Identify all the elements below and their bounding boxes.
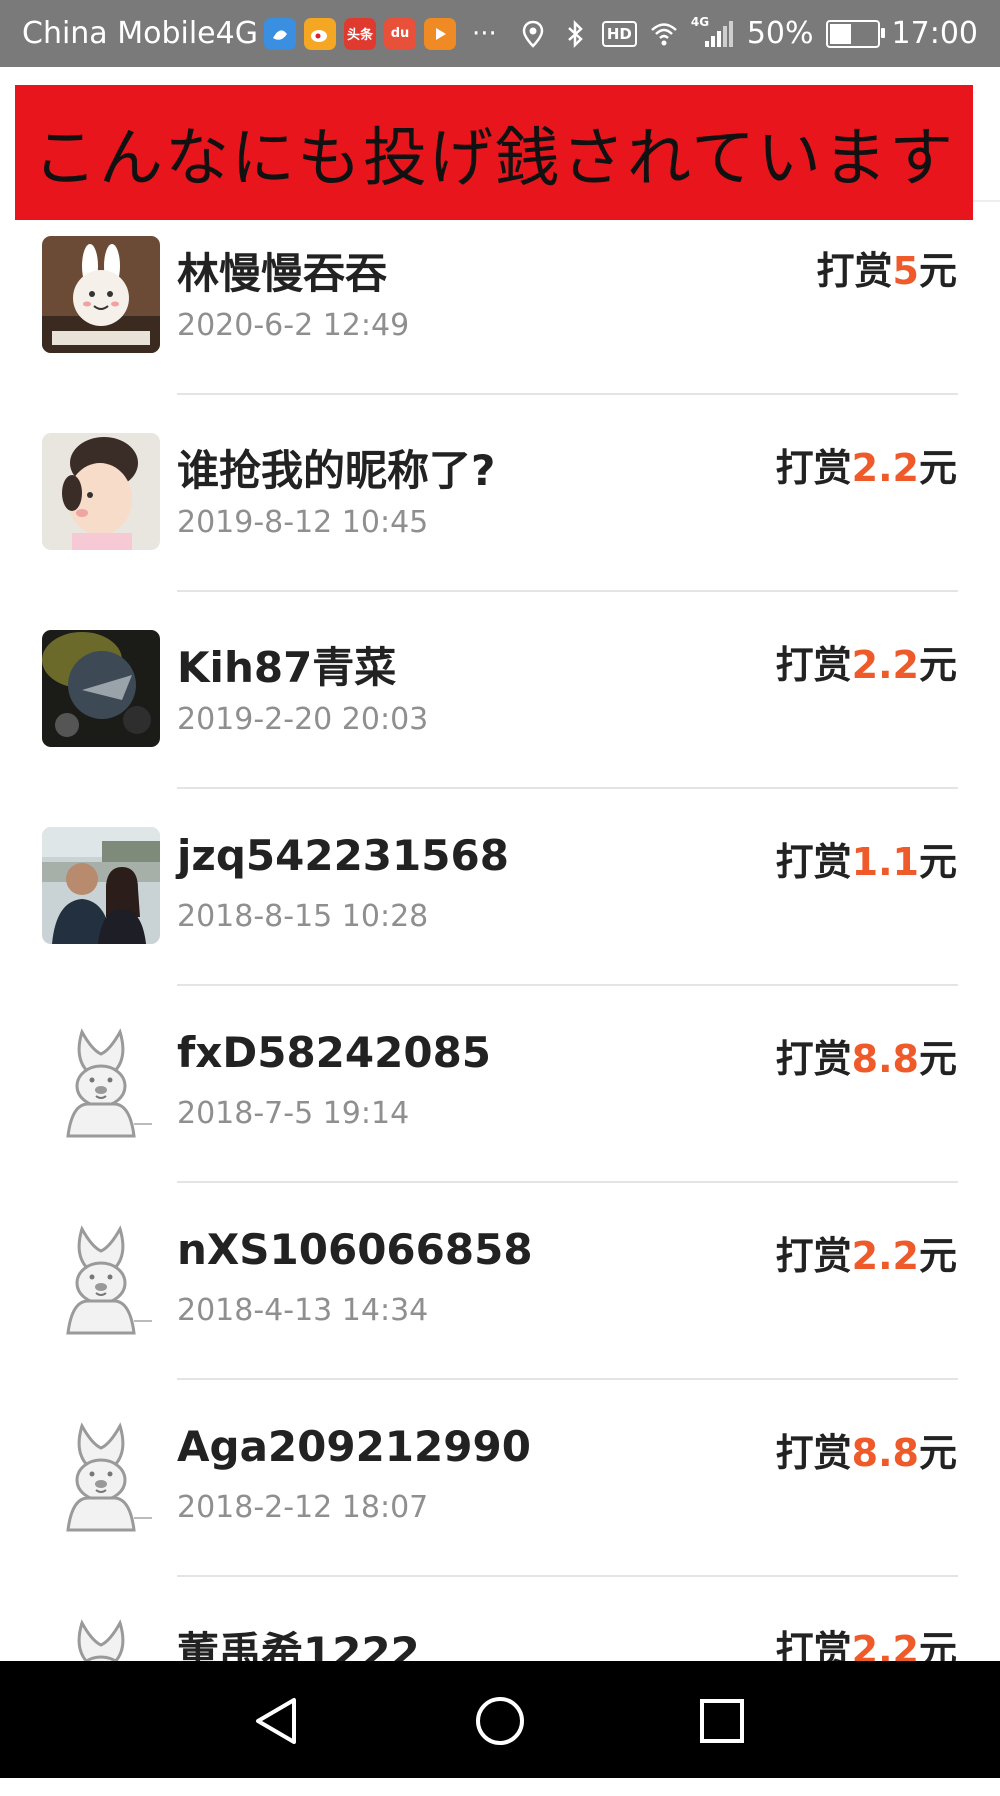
row-divider — [177, 984, 958, 986]
row-divider — [177, 590, 958, 592]
signal-bars-icon — [704, 20, 733, 47]
promo-banner: こんなにも投げ銭されています — [15, 85, 973, 220]
row-divider — [177, 1378, 958, 1380]
reward-amount: 打赏5元 — [817, 240, 957, 295]
status-bar: China Mobile4G 头条 du ··· HD 4G 50% 17:00 — [0, 0, 1000, 67]
list-item[interactable]: 谁抢我的昵称了? 2019-8-12 10:45 打赏2.2元 — [0, 417, 1000, 614]
reward-unit: 元 — [918, 1037, 957, 1081]
hd-badge: HD — [601, 20, 637, 47]
recents-square-icon[interactable] — [695, 1694, 749, 1748]
du-app-label: du — [390, 26, 410, 41]
reward-value: 2.2 — [851, 1234, 919, 1278]
toutiao-app-label: 头条 — [346, 28, 373, 43]
carrier-label: China Mobile4G — [22, 16, 258, 51]
reward-prefix: 打赏 — [775, 643, 852, 687]
reward-unit: 元 — [918, 1431, 957, 1475]
avatar[interactable] — [42, 236, 160, 353]
reward-prefix: 打赏 — [775, 840, 852, 884]
avatar[interactable] — [42, 630, 160, 747]
avatar[interactable] — [42, 1024, 160, 1141]
list-item[interactable]: jzq542231568 2018-8-15 10:28 打赏1.1元 — [0, 811, 1000, 1008]
signal-indicator: 4G — [691, 15, 735, 49]
avatar[interactable] — [42, 1418, 160, 1535]
list-item[interactable]: Aga209212990 2018-2-12 18:07 打赏8.8元 — [0, 1402, 1000, 1599]
donor-name: fxD58242085 — [177, 1028, 492, 1077]
reward-amount: 打赏2.2元 — [776, 1225, 957, 1280]
reward-value: 8.8 — [851, 1037, 919, 1081]
reward-time: 2018-2-12 18:07 — [177, 1490, 429, 1525]
reward-time: 2018-8-15 10:28 — [177, 899, 429, 934]
list-item[interactable]: 林慢慢吞吞 2020-6-2 12:49 打赏5元 — [0, 220, 1000, 417]
browser-app-icon — [263, 17, 296, 50]
row-divider — [177, 1575, 958, 1577]
toutiao-app-icon: 头条 — [343, 17, 376, 50]
list-item[interactable]: fxD58242085 2018-7-5 19:14 打赏8.8元 — [0, 1008, 1000, 1205]
more-notifications-icon: ··· — [471, 18, 497, 49]
reward-prefix: 打赏 — [816, 249, 893, 293]
reward-prefix: 打赏 — [775, 446, 852, 490]
reward-amount: 打赏2.2元 — [776, 437, 957, 492]
reward-value: 8.8 — [851, 1431, 919, 1475]
row-divider — [177, 393, 958, 395]
home-circle-icon[interactable] — [473, 1694, 527, 1748]
reward-list[interactable]: 林慢慢吞吞 2020-6-2 12:49 打赏5元 谁抢我的昵称了? 2019-8-12… — [0, 220, 1000, 1796]
reward-prefix: 打赏 — [775, 1234, 852, 1278]
reward-time: 2019-8-12 10:45 — [177, 505, 429, 540]
avatar[interactable] — [42, 1221, 160, 1338]
donor-name: jzq542231568 — [177, 831, 509, 880]
row-divider — [177, 787, 958, 789]
donor-name: Kih87青菜 — [177, 643, 397, 692]
reward-unit: 元 — [918, 840, 957, 884]
wifi-icon — [650, 22, 677, 45]
battery-icon — [825, 19, 885, 48]
reward-amount: 打赏1.1元 — [776, 831, 957, 886]
clock: 17:00 — [891, 16, 978, 51]
reward-unit: 元 — [918, 643, 957, 687]
reward-value: 5 — [892, 249, 919, 293]
back-triangle-icon[interactable] — [252, 1694, 306, 1748]
reward-value: 2.2 — [851, 643, 919, 687]
reward-unit: 元 — [918, 446, 957, 490]
reward-time: 2019-2-20 20:03 — [177, 702, 429, 737]
video-app-icon — [423, 17, 456, 50]
reward-value: 1.1 — [851, 840, 919, 884]
reward-amount: 打赏8.8元 — [776, 1028, 957, 1083]
avatar[interactable] — [42, 827, 160, 944]
reward-unit: 元 — [918, 249, 957, 293]
reward-unit: 元 — [918, 1234, 957, 1278]
weibo-app-icon — [303, 17, 336, 50]
donor-name: Aga209212990 — [177, 1422, 531, 1471]
reward-prefix: 打赏 — [775, 1431, 852, 1475]
battery-percent: 50% — [746, 16, 814, 51]
navigation-bar — [0, 1661, 1000, 1778]
reward-value: 2.2 — [851, 446, 919, 490]
row-divider — [177, 1181, 958, 1183]
donor-name: 林慢慢吞吞 — [177, 249, 388, 298]
reward-time: 2020-6-2 12:49 — [177, 308, 410, 343]
list-item[interactable]: Kih87青菜 2019-2-20 20:03 打赏2.2元 — [0, 614, 1000, 811]
location-icon — [522, 20, 544, 48]
donor-name: 谁抢我的昵称了? — [177, 446, 496, 495]
reward-time: 2018-7-5 19:14 — [177, 1096, 410, 1131]
du-app-icon: du — [383, 17, 416, 50]
reward-prefix: 打赏 — [775, 1037, 852, 1081]
header-divider — [973, 200, 1000, 202]
reward-time: 2018-4-13 14:34 — [177, 1293, 429, 1328]
avatar[interactable] — [42, 433, 160, 550]
reward-amount: 打赏8.8元 — [776, 1422, 957, 1477]
list-item[interactable]: nXS106066858 2018-4-13 14:34 打赏2.2元 — [0, 1205, 1000, 1402]
reward-amount: 打赏2.2元 — [776, 634, 957, 689]
notification-app-icons: 头条 du ··· — [263, 17, 497, 50]
donor-name: nXS106066858 — [177, 1225, 533, 1274]
battery-level-fill — [829, 23, 851, 44]
bluetooth-icon — [567, 19, 583, 48]
